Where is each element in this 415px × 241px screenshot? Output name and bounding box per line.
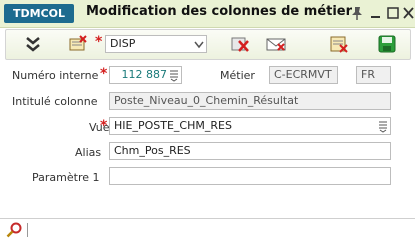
mail-icon[interactable]: [265, 34, 287, 54]
alias-field[interactable]: Chm_Pos_RES: [109, 142, 391, 160]
required-asterisk: *: [100, 118, 108, 134]
numero-field[interactable]: 112 887: [109, 66, 182, 84]
mode-select[interactable]: DISP: [105, 35, 207, 53]
close-icon[interactable]: [402, 5, 415, 21]
save-icon[interactable]: [376, 34, 398, 54]
vue-value: HIE_POSTE_CHM_RES: [114, 119, 232, 132]
clear-form-icon[interactable]: [328, 34, 350, 54]
pin-icon[interactable]: [350, 5, 364, 21]
language-field[interactable]: FR: [356, 66, 391, 84]
numero-value: 112 887: [121, 68, 168, 81]
window-badge: TDMCOL: [4, 4, 74, 23]
expand-down-icon[interactable]: [22, 34, 44, 54]
chevron-down-icon[interactable]: [194, 37, 204, 51]
metier-label: Métier: [220, 69, 255, 82]
mode-value: DISP: [110, 37, 136, 50]
open-record-icon[interactable]: [67, 34, 89, 54]
alias-label: Alias: [75, 146, 102, 159]
toolbar: * DISP: [5, 29, 411, 60]
intitule-label: Intitulé colonne: [12, 95, 98, 108]
status-bar: [0, 218, 415, 241]
param1-label: Paramètre 1: [32, 171, 100, 184]
numero-label: Numéro interne: [12, 69, 99, 82]
metier-field[interactable]: C-ECRMVT: [269, 66, 338, 84]
param1-field[interactable]: [109, 167, 391, 185]
required-asterisk: *: [100, 66, 108, 82]
spinner-icon[interactable]: [169, 68, 179, 82]
delete-icon[interactable]: [229, 34, 251, 54]
intitule-field[interactable]: Poste_Niveau_0_Chemin_Résultat: [109, 92, 391, 110]
window-title: Modification des colonnes de métier: [86, 4, 353, 19]
dropdown-list-icon[interactable]: [378, 119, 388, 133]
maximize-icon[interactable]: [386, 5, 400, 21]
status-divider: [27, 223, 28, 237]
search-icon[interactable]: [6, 222, 22, 238]
vue-select[interactable]: HIE_POSTE_CHM_RES: [109, 117, 391, 135]
required-asterisk: *: [95, 34, 103, 50]
dialog-window: TDMCOL Modification des colonnes de méti…: [0, 0, 415, 241]
minimize-icon[interactable]: [369, 5, 383, 21]
title-bar: TDMCOL Modification des colonnes de méti…: [0, 0, 415, 28]
